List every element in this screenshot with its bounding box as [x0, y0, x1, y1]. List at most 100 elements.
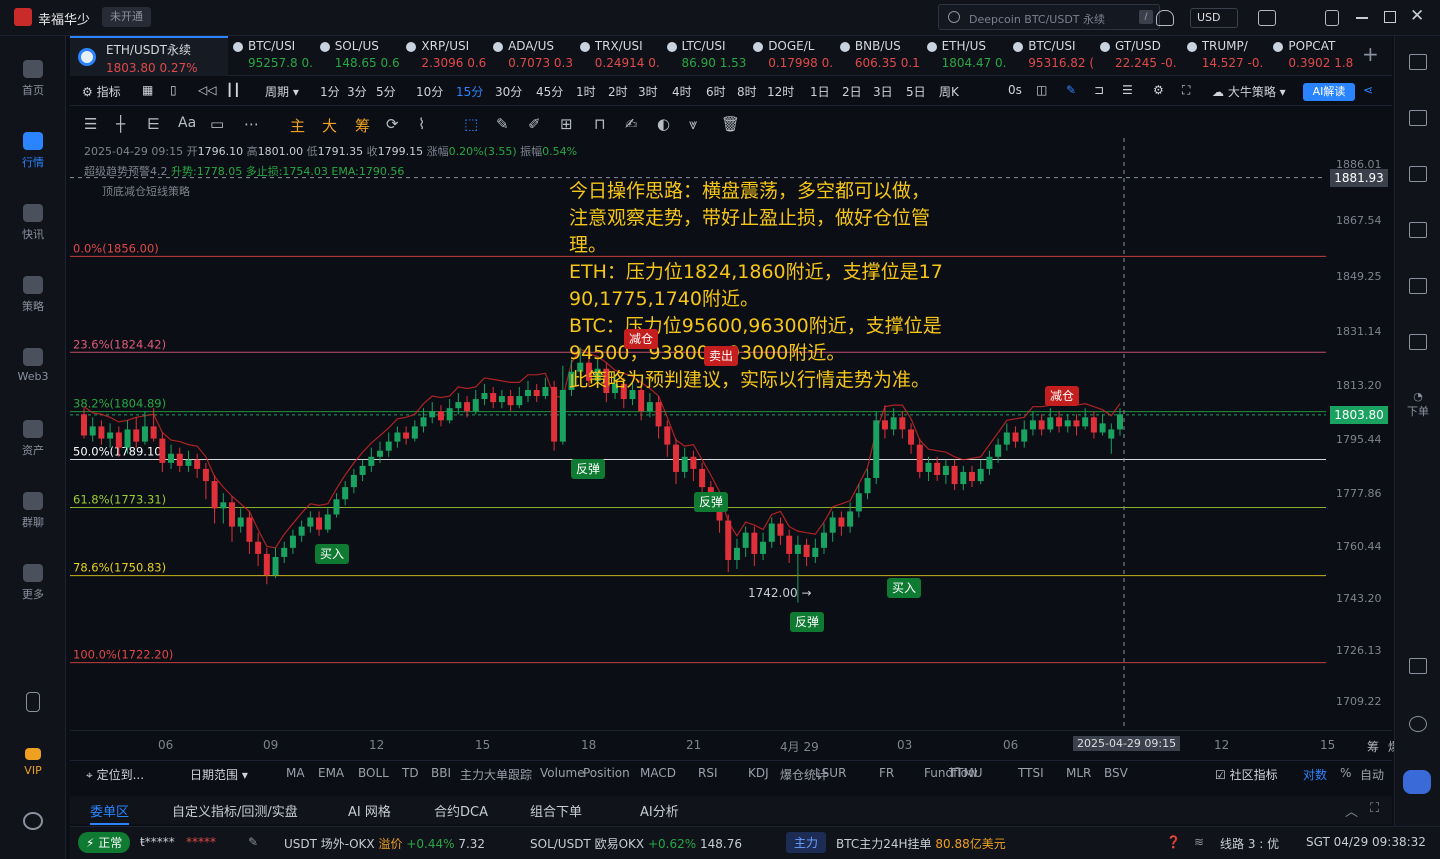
indicator-17[interactable]: MLR [1066, 766, 1091, 780]
nav-home[interactable]: 首页 [0, 60, 66, 98]
timeframe-8[interactable]: 2时 [608, 83, 628, 100]
timeframe-13[interactable]: 12时 [767, 83, 794, 100]
indicator-12[interactable]: LSUR [815, 766, 846, 780]
percent-scale-toggle[interactable]: % [1340, 766, 1351, 780]
nav-assets[interactable]: 资产 [0, 420, 66, 458]
camera-icon[interactable]: ◫ [1036, 83, 1047, 97]
mail-icon[interactable] [1258, 10, 1276, 26]
document-icon[interactable] [1409, 110, 1427, 126]
select-icon[interactable]: ⬚ [464, 115, 478, 133]
rebound-signal[interactable]: 反弹 [571, 459, 606, 479]
indicator-15[interactable]: TTMU [949, 766, 983, 780]
lock-icon[interactable]: ⊓ [594, 115, 606, 133]
nav-more[interactable]: 更多 [0, 564, 66, 602]
popout-icon[interactable] [1325, 10, 1339, 26]
nav-news[interactable]: 快讯 [0, 204, 66, 242]
big-tool-button[interactable]: 大 [322, 115, 337, 136]
indicator-0[interactable]: MA [286, 766, 305, 780]
indicator-8[interactable]: MACD [640, 766, 676, 780]
hline-icon[interactable]: ┼ [116, 115, 125, 133]
indicator-7[interactable]: Position [583, 766, 630, 780]
tab-12[interactable]: TRUMP/14.527 -0. [1182, 36, 1268, 76]
indicator-16[interactable]: TTSI [1018, 766, 1044, 780]
timeframe-9[interactable]: 3时 [638, 83, 658, 100]
nav-settings[interactable] [0, 812, 66, 834]
multiline-icon[interactable]: ⋿ [147, 115, 160, 133]
timeframe-17[interactable]: 5日 [906, 83, 926, 100]
indicator-9[interactable]: RSI [698, 766, 718, 780]
nav-phone[interactable] [0, 692, 66, 716]
timeframe-12[interactable]: 8时 [737, 83, 757, 100]
place-order-button[interactable]: ◔ 下单 [1399, 390, 1437, 419]
timeframe-5[interactable]: 30分 [495, 83, 522, 100]
buy-signal[interactable]: 买入 [887, 578, 922, 598]
text-tool-icon[interactable]: Aa [178, 115, 196, 131]
indicator-6[interactable]: Volume [540, 766, 585, 780]
btc-main-orders[interactable]: BTC主力24H挂单 80.88亿美元 [836, 835, 1006, 852]
nav-vip[interactable]: VIP [0, 748, 66, 777]
period-select[interactable]: 周期 ▾ [265, 83, 299, 100]
indicator-1[interactable]: EMA [318, 766, 344, 780]
indicator-button[interactable]: ⚙ 指标 [82, 83, 121, 100]
collapse-icon[interactable]: ︿ [1345, 801, 1358, 820]
tab-3[interactable]: XRP/USI 2.3096 0.6 [401, 36, 487, 76]
expand-icon[interactable]: ⛶ [1370, 801, 1379, 816]
chip-tool-button[interactable]: 筹 [355, 115, 370, 136]
timeframe-18[interactable]: 周K [939, 83, 959, 100]
panel-icon[interactable] [1409, 658, 1427, 674]
assistant-avatar-icon[interactable] [1403, 770, 1431, 794]
timeframe-10[interactable]: 4时 [672, 83, 692, 100]
add-tab-icon[interactable]: + [1362, 42, 1379, 66]
strategy-select[interactable]: ☁ 大牛策略 ▾ [1212, 83, 1286, 100]
rebound-signal[interactable]: 反弹 [790, 612, 825, 632]
fullscreen-icon[interactable]: ⛶ [1182, 83, 1190, 98]
note-icon[interactable]: ✍ [625, 115, 638, 133]
usdt-premium-ticker[interactable]: USDT 场外-OKX 溢价 +0.44% 7.32 [284, 835, 485, 852]
calculator-icon[interactable] [1409, 166, 1427, 182]
network-line[interactable]: 线路 3 : 优 [1220, 835, 1279, 852]
list-icon[interactable]: ☰ [1122, 83, 1133, 97]
panel-tab-1[interactable]: 自定义指标/回测/实盘 [172, 801, 298, 820]
timeframe-2[interactable]: 5分 [376, 83, 396, 100]
main-tool-button[interactable]: 主 [290, 115, 305, 136]
auto-scale-toggle[interactable]: 自动 [1360, 766, 1384, 783]
timeframe-14[interactable]: 1日 [810, 83, 830, 100]
help-icon[interactable]: ❓ [1166, 835, 1181, 849]
nav-strategy[interactable]: 策略 [0, 276, 66, 314]
close-icon[interactable]: ✕ [1410, 6, 1424, 26]
currency-select[interactable]: USD [1190, 8, 1238, 28]
panel-tab-0[interactable]: 委单区 [90, 801, 130, 825]
calendar-icon[interactable]: ▦ [142, 83, 153, 97]
sell-signal[interactable]: 卖出 [704, 346, 739, 366]
tab-9[interactable]: ETH/US 1804.47 0. [922, 36, 1008, 76]
tab-1[interactable]: BTC/USI 95257.8 0. [228, 36, 314, 76]
tab-13[interactable]: POPCAT 0.3902 1.8 [1268, 36, 1354, 76]
ruler-icon[interactable]: ▭ [210, 115, 224, 133]
edit-icon[interactable]: ✎ [248, 835, 258, 849]
sol-ticker[interactable]: SOL/USDT 欧易OKX +0.62% 148.76 [530, 835, 742, 852]
indicator-4[interactable]: BBI [431, 766, 451, 780]
indicator-13[interactable]: FR [879, 766, 894, 780]
rewind-icon[interactable]: ◁◁ [198, 83, 216, 97]
candle-type-icon[interactable]: ┃┃ [226, 83, 240, 97]
indicator-5[interactable]: 主力大单跟踪 [460, 766, 532, 783]
price-axis[interactable]: 1886.01 1867.54 1849.25 1831.14 1813.20 1795.… [1330, 138, 1392, 730]
share-icon[interactable]: ⋖ [1363, 83, 1373, 97]
tab-2[interactable]: SOL/US 148.65 0.6 [315, 36, 401, 76]
timeframe-7[interactable]: 1时 [576, 83, 596, 100]
date-range-select[interactable]: 日期范围 ▾ [190, 766, 248, 783]
reduce-signal[interactable]: 减仓 [624, 329, 659, 349]
tab-6[interactable]: LTC/USI 86.90 1.53 [662, 36, 748, 76]
card-icon[interactable] [1409, 334, 1427, 350]
timeframe-6[interactable]: 45分 [536, 83, 563, 100]
nav-chat[interactable]: 群聊 [0, 492, 66, 530]
app-logo-icon[interactable] [14, 8, 32, 26]
pencil-icon[interactable]: ✎ [1066, 83, 1076, 97]
community-indicators-button[interactable]: ☑ 社区指标 [1215, 766, 1278, 783]
minimize-icon[interactable] [1356, 17, 1368, 19]
reduce-signal[interactable]: 减仓 [1045, 386, 1080, 406]
timeframe-1[interactable]: 3分 [347, 83, 367, 100]
timeframe-16[interactable]: 3日 [873, 83, 893, 100]
refresh-icon[interactable]: ⟳ [386, 115, 399, 133]
tab-7[interactable]: DOGE/L 0.17998 0. [748, 36, 834, 76]
